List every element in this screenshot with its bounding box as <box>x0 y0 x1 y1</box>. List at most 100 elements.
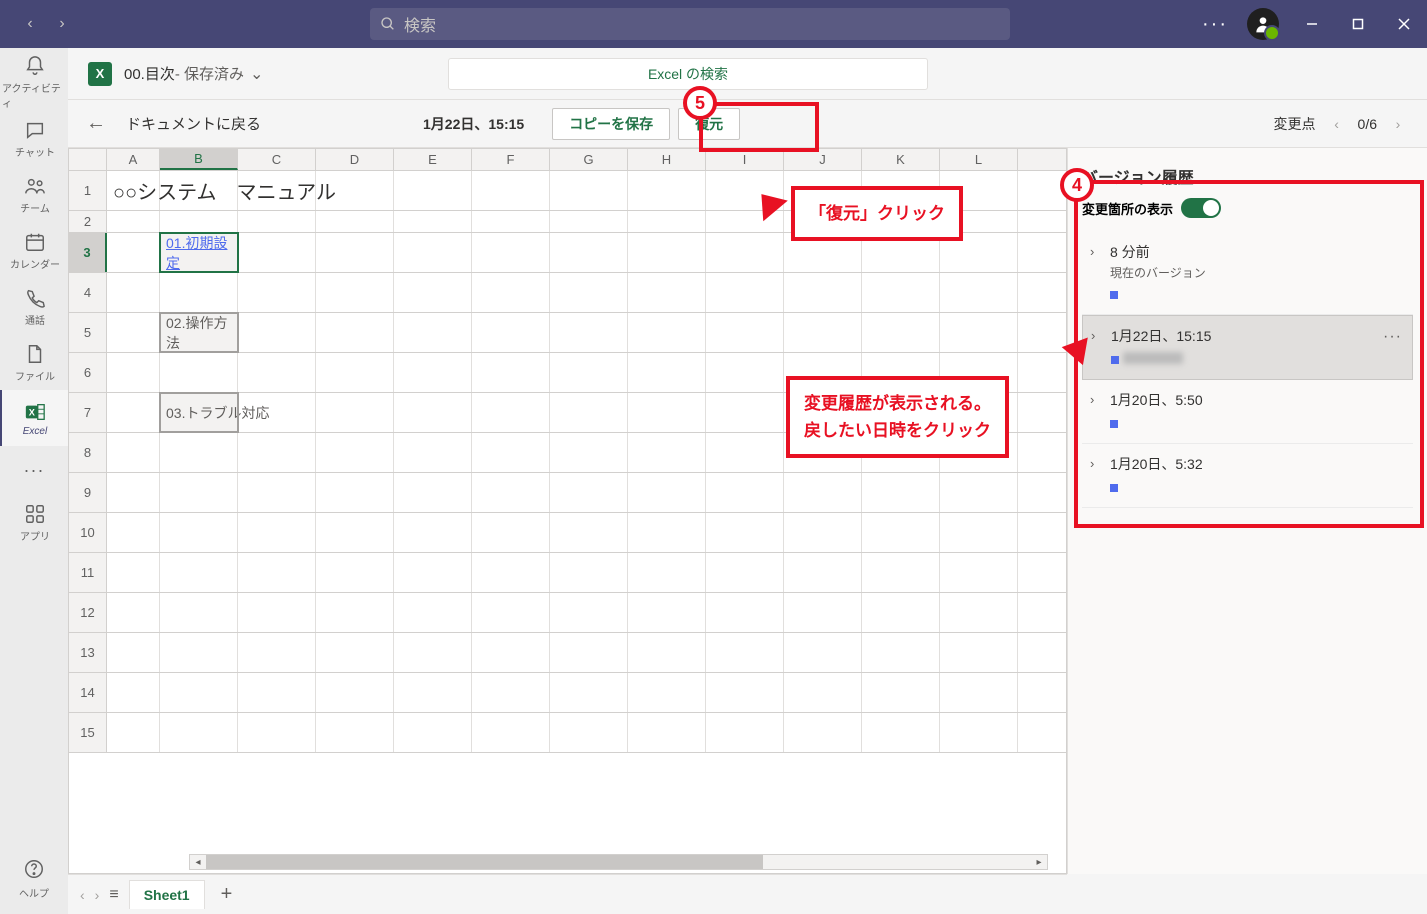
cell-L10[interactable] <box>940 513 1018 552</box>
scroll-right-icon[interactable]: ▸ <box>1031 855 1047 869</box>
col-header-L[interactable]: L <box>940 149 1018 170</box>
cell-C4[interactable] <box>238 273 316 312</box>
cell-E8[interactable] <box>394 433 472 472</box>
cell-I15[interactable] <box>706 713 784 752</box>
cell-G1[interactable] <box>550 171 628 210</box>
cell-J12[interactable] <box>784 593 862 632</box>
row-header-4[interactable]: 4 <box>69 273 107 312</box>
cell-H14[interactable] <box>628 673 706 712</box>
cell-D10[interactable] <box>316 513 394 552</box>
row-header-8[interactable]: 8 <box>69 433 107 472</box>
cell-G15[interactable] <box>550 713 628 752</box>
nav-back-icon[interactable]: ‹ <box>16 10 44 38</box>
cell-L14[interactable] <box>940 673 1018 712</box>
cell-D9[interactable] <box>316 473 394 512</box>
col-header-K[interactable]: K <box>862 149 940 170</box>
version-item-0[interactable]: ›8 分前現在のバージョン <box>1082 232 1413 315</box>
cell-B8[interactable] <box>160 433 238 472</box>
cell-G4[interactable] <box>550 273 628 312</box>
cell-F8[interactable] <box>472 433 550 472</box>
row-header-1[interactable]: 1 <box>69 171 107 210</box>
cell-L12[interactable] <box>940 593 1018 632</box>
rail-more-icon[interactable]: ··· <box>24 452 45 488</box>
cell-B6[interactable] <box>160 353 238 392</box>
cell-I6[interactable] <box>706 353 784 392</box>
cell-K10[interactable] <box>862 513 940 552</box>
cell-C7[interactable] <box>238 393 316 432</box>
cell-H15[interactable] <box>628 713 706 752</box>
cell-H9[interactable] <box>628 473 706 512</box>
nav-forward-icon[interactable]: › <box>48 10 76 38</box>
cell-D4[interactable] <box>316 273 394 312</box>
cell-H3[interactable] <box>628 233 706 272</box>
cell-G2[interactable] <box>550 211 628 232</box>
cell-D12[interactable] <box>316 593 394 632</box>
cell-J4[interactable] <box>784 273 862 312</box>
col-header-G[interactable]: G <box>550 149 628 170</box>
window-close-icon[interactable] <box>1381 0 1427 48</box>
version-more-icon[interactable]: ··· <box>1383 328 1402 346</box>
col-header-A[interactable]: A <box>107 149 160 170</box>
cell-H12[interactable] <box>628 593 706 632</box>
row-header-11[interactable]: 11 <box>69 553 107 592</box>
cell-I10[interactable] <box>706 513 784 552</box>
cell-K9[interactable] <box>862 473 940 512</box>
row-header-10[interactable]: 10 <box>69 513 107 552</box>
link-initial-settings[interactable]: 01.初期設定 <box>166 233 231 273</box>
cell-B10[interactable] <box>160 513 238 552</box>
col-header-D[interactable]: D <box>316 149 394 170</box>
row-header-6[interactable]: 6 <box>69 353 107 392</box>
cell-B7[interactable]: 03.トラブル対応 <box>160 393 238 432</box>
cell-E3[interactable] <box>394 233 472 272</box>
cell-G8[interactable] <box>550 433 628 472</box>
cell-H13[interactable] <box>628 633 706 672</box>
cell-K12[interactable] <box>862 593 940 632</box>
cell-D8[interactable] <box>316 433 394 472</box>
cell-J9[interactable] <box>784 473 862 512</box>
cell-G9[interactable] <box>550 473 628 512</box>
spreadsheet[interactable]: ABCDEFGHIJKL 1○○システム マニュアル2301.初期設定4502.… <box>68 148 1067 874</box>
version-item-2[interactable]: ›1月20日、5:50 <box>1082 380 1413 444</box>
cell-F11[interactable] <box>472 553 550 592</box>
changes-prev-icon[interactable]: ‹ <box>1326 113 1348 135</box>
show-changes-toggle[interactable] <box>1181 198 1221 218</box>
cell-H11[interactable] <box>628 553 706 592</box>
cell-F5[interactable] <box>472 313 550 352</box>
cell-L5[interactable] <box>940 313 1018 352</box>
rail-help[interactable]: ヘルプ <box>19 858 49 900</box>
cell-E13[interactable] <box>394 633 472 672</box>
cell-A11[interactable] <box>107 553 160 592</box>
cell-A13[interactable] <box>107 633 160 672</box>
cell-L4[interactable] <box>940 273 1018 312</box>
cell-J14[interactable] <box>784 673 862 712</box>
cell-C8[interactable] <box>238 433 316 472</box>
row-header-14[interactable]: 14 <box>69 673 107 712</box>
cell-C9[interactable] <box>238 473 316 512</box>
cell-C14[interactable] <box>238 673 316 712</box>
rail-chat[interactable]: チャット <box>0 110 68 166</box>
cell-D14[interactable] <box>316 673 394 712</box>
col-header-I[interactable]: I <box>706 149 784 170</box>
cell-K13[interactable] <box>862 633 940 672</box>
cell-A6[interactable] <box>107 353 160 392</box>
cell-H10[interactable] <box>628 513 706 552</box>
cell-C5[interactable] <box>238 313 316 352</box>
cell-L11[interactable] <box>940 553 1018 592</box>
cell-I7[interactable] <box>706 393 784 432</box>
cell-C1[interactable] <box>238 171 316 210</box>
all-sheets-icon[interactable]: ≡ <box>109 886 118 904</box>
cell-A5[interactable] <box>107 313 160 352</box>
cell-F12[interactable] <box>472 593 550 632</box>
cell-E5[interactable] <box>394 313 472 352</box>
cell-J11[interactable] <box>784 553 862 592</box>
cell-A3[interactable] <box>107 233 160 272</box>
cell-E7[interactable] <box>394 393 472 432</box>
cell-A9[interactable] <box>107 473 160 512</box>
cell-E14[interactable] <box>394 673 472 712</box>
cell-F1[interactable] <box>472 171 550 210</box>
changes-next-icon[interactable]: › <box>1387 113 1409 135</box>
cell-A1[interactable]: ○○システム マニュアル <box>107 171 160 210</box>
cell-B12[interactable] <box>160 593 238 632</box>
cell-C15[interactable] <box>238 713 316 752</box>
cell-D15[interactable] <box>316 713 394 752</box>
